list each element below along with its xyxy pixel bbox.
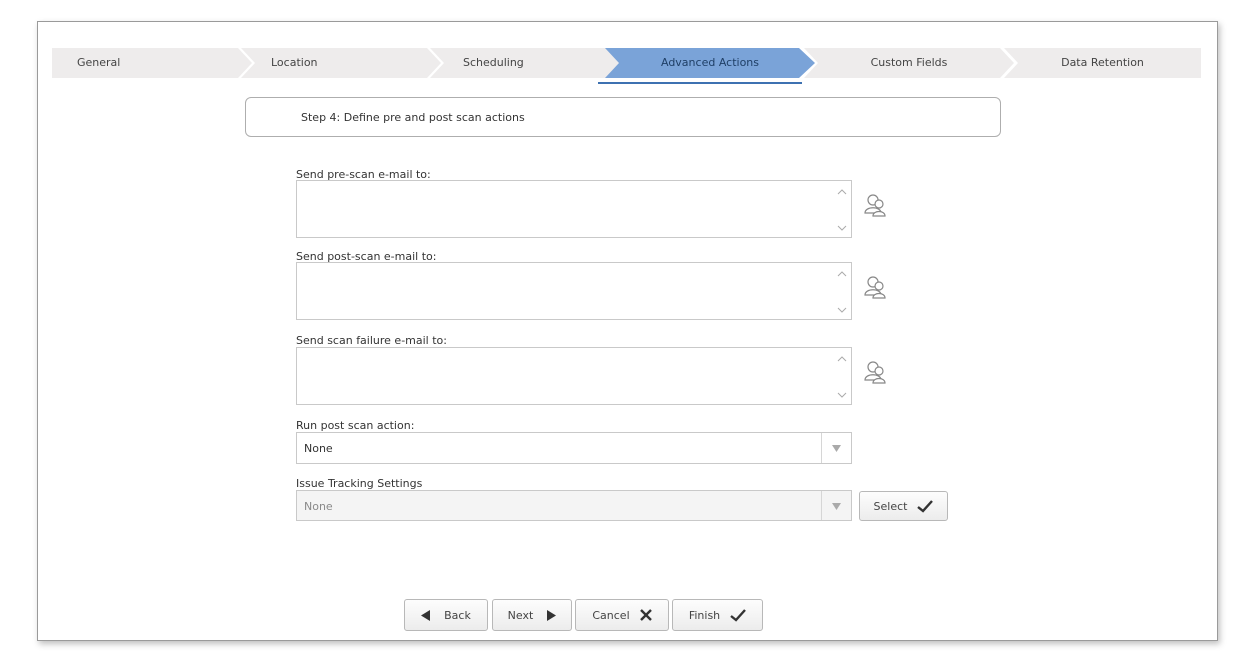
tab-location[interactable]: Location [241, 48, 441, 78]
select-issue-tracking-button[interactable]: Select [859, 491, 948, 521]
failure-email-field[interactable] [296, 347, 852, 405]
triangle-left-icon [421, 609, 431, 621]
cancel-button-label: Cancel [592, 608, 630, 622]
tab-advanced-actions[interactable]: Advanced Actions [605, 48, 815, 78]
address-book-icon[interactable] [862, 359, 888, 385]
post-scan-email-field[interactable] [296, 262, 852, 320]
scroll-up-icon[interactable] [836, 269, 848, 279]
tab-custom-fields-label: Custom Fields [870, 56, 948, 69]
pre-scan-email-field[interactable] [296, 180, 852, 238]
finish-button[interactable]: Finish [672, 599, 763, 631]
tab-data-retention[interactable]: Data Retention [1004, 48, 1201, 78]
triangle-down-icon [832, 503, 841, 510]
failure-email-scrollbar[interactable] [833, 348, 851, 404]
issue-tracking-select[interactable]: None [296, 490, 852, 521]
active-tab-indicator [598, 82, 802, 84]
tab-data-retention-label: Data Retention [1061, 56, 1144, 69]
failure-email-label: Send scan failure e-mail to: [296, 334, 447, 347]
wizard-dialog: General Location Scheduling Advanced Act… [37, 21, 1218, 641]
checkmark-icon [917, 499, 934, 513]
tab-advanced-actions-label: Advanced Actions [660, 56, 759, 69]
scroll-down-icon[interactable] [836, 305, 848, 315]
tab-general-label: General [77, 56, 121, 69]
issue-tracking-label: Issue Tracking Settings [296, 477, 423, 490]
cancel-button[interactable]: Cancel [575, 599, 669, 631]
next-button-label: Next [507, 608, 534, 622]
triangle-right-icon [547, 609, 557, 621]
wizard-tabs: General Location Scheduling Advanced Act… [52, 48, 1201, 78]
tab-scheduling[interactable]: Scheduling [430, 48, 630, 78]
triangle-down-icon [832, 445, 841, 452]
scroll-up-icon[interactable] [836, 187, 848, 197]
finish-button-label: Finish [688, 608, 721, 622]
tab-location-label: Location [271, 56, 318, 69]
tab-general[interactable]: General [52, 48, 252, 78]
step-header: Step 4: Define pre and post scan actions [245, 97, 1001, 137]
post-action-select[interactable]: None [296, 432, 852, 464]
post-scan-email-scrollbar[interactable] [833, 263, 851, 319]
back-button[interactable]: Back [404, 599, 488, 631]
select-button-label: Select [873, 499, 908, 513]
issue-tracking-value: None [304, 500, 333, 513]
post-action-value: None [304, 442, 333, 455]
next-button[interactable]: Next [492, 599, 572, 631]
address-book-icon[interactable] [862, 192, 888, 218]
checkmark-icon [730, 608, 747, 622]
tab-custom-fields[interactable]: Custom Fields [804, 48, 1014, 78]
back-button-label: Back [444, 608, 471, 622]
address-book-icon[interactable] [862, 274, 888, 300]
pre-scan-email-scrollbar[interactable] [833, 181, 851, 237]
post-action-label: Run post scan action: [296, 419, 415, 432]
scroll-down-icon[interactable] [836, 390, 848, 400]
x-icon [639, 609, 652, 621]
tab-scheduling-label: Scheduling [463, 56, 524, 69]
scroll-up-icon[interactable] [836, 354, 848, 364]
dropdown-toggle[interactable] [821, 491, 851, 520]
scroll-down-icon[interactable] [836, 223, 848, 233]
dropdown-toggle[interactable] [821, 433, 851, 463]
step-title: Step 4: Define pre and post scan actions [301, 111, 525, 124]
